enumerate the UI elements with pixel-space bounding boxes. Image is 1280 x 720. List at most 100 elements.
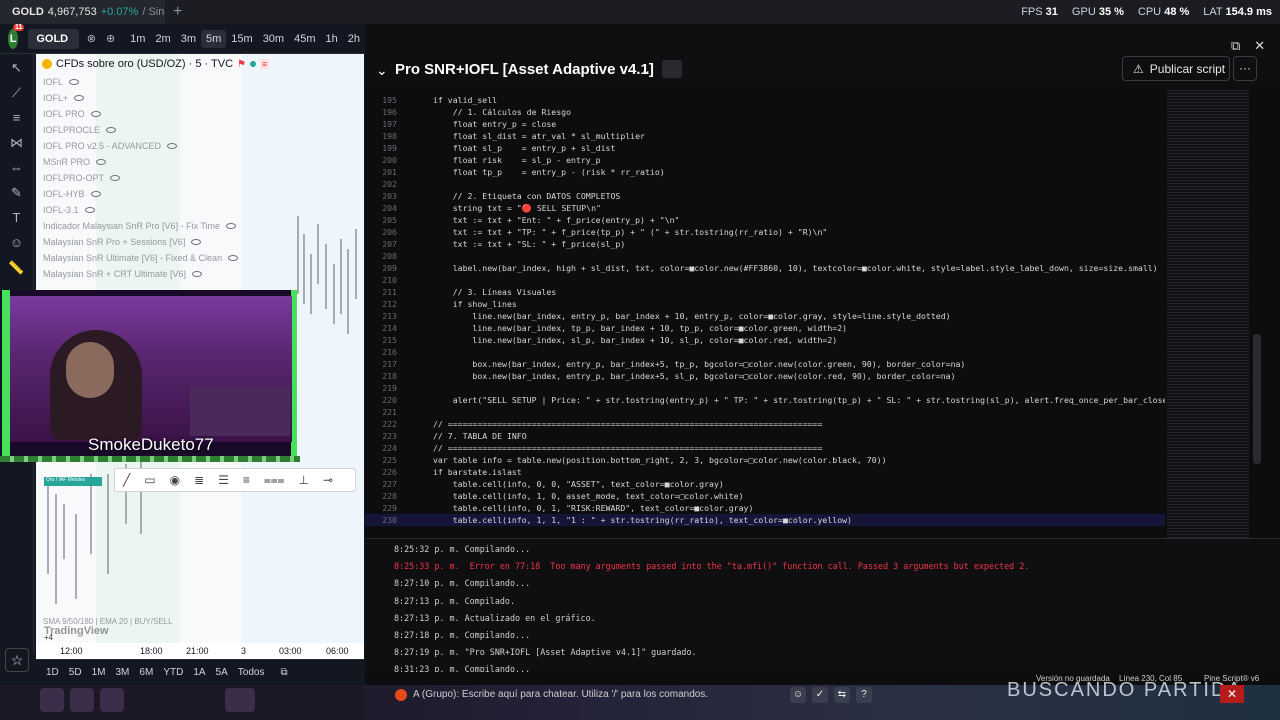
code-line[interactable]: 226 if barstate.islast [365, 466, 1165, 478]
code-line[interactable]: 221 [365, 406, 1165, 418]
range-1A[interactable]: 1A [193, 667, 205, 678]
visibility-eye-icon[interactable] [167, 143, 178, 149]
brush-icon[interactable]: ✎ [8, 186, 26, 199]
code-line[interactable]: 229 table.cell(info, 0, 1, "RISK:REWARD"… [365, 502, 1165, 514]
flag-icon[interactable]: ⚑ [237, 59, 246, 70]
code-line[interactable]: 203 // 2. Etiqueta con DATOS COMPLETOS [365, 190, 1165, 202]
line-tool-icon[interactable]: ╱ [123, 473, 130, 487]
console-error-line[interactable]: 8:25:33 p. m. Error en 77:18 Too many ar… [394, 560, 1029, 572]
range-5A[interactable]: 5A [216, 667, 228, 678]
visibility-eye-icon[interactable] [74, 95, 85, 101]
code-line[interactable]: 220 alert("SELL SETUP | Price: " + str.t… [365, 394, 1165, 406]
collapse-chevron-icon[interactable]: ⌄ [376, 62, 388, 79]
range-3M[interactable]: 3M [116, 667, 130, 678]
editor-options-icon[interactable] [662, 60, 682, 78]
code-line[interactable]: 218 box.new(bar_index, entry_p, bar_inde… [365, 370, 1165, 382]
code-line[interactable]: 211 // 3. Líneas Visuales [365, 286, 1165, 298]
code-line[interactable]: 224 // ==================================… [365, 442, 1165, 454]
check-icon[interactable]: ✓ [812, 687, 828, 703]
rectangle-icon[interactable]: ▭ [144, 473, 155, 487]
fib-icon[interactable]: ≡ [8, 111, 26, 124]
text-icon[interactable]: T [8, 211, 26, 224]
code-line[interactable]: 213 line.new(bar_index, entry_p, bar_ind… [365, 310, 1165, 322]
indicator-item[interactable]: MSnR PRO [43, 154, 238, 170]
script-title[interactable]: Pro SNR+IOFL [Asset Adaptive v4.1] [395, 61, 654, 78]
visibility-eye-icon[interactable] [90, 191, 101, 197]
code-line[interactable]: 228 table.cell(info, 1, 0, asset_mode, t… [365, 490, 1165, 502]
timeframe-5m[interactable]: 5m [201, 29, 227, 48]
timeframe-2m[interactable]: 2m [150, 30, 175, 48]
timeframe-3m[interactable]: 3m [176, 30, 201, 48]
timeframe-1h[interactable]: 1h [321, 30, 343, 48]
timeframe-1m[interactable]: 1m [125, 30, 150, 48]
timeframe-2h[interactable]: 2h [343, 30, 365, 48]
circle-icon[interactable]: ◉ [170, 473, 180, 487]
settings-icon[interactable]: ≣ [194, 473, 204, 487]
visibility-eye-icon[interactable] [90, 111, 101, 117]
code-line[interactable]: 200 float risk = sl_p - entry_p [365, 154, 1165, 166]
code-line[interactable]: 217 box.new(bar_index, entry_p, bar_inde… [365, 358, 1165, 370]
more-indicators[interactable]: +4 [44, 633, 53, 642]
indicator-item[interactable]: Malaysian SnR + CRT Ultimate [V6] [43, 266, 238, 282]
date-range-icon[interactable]: ⧉ [280, 667, 287, 678]
code-line[interactable]: 207 txt := txt + "SL: " + f_price(sl_p) [365, 238, 1165, 250]
code-line[interactable]: 212 if show_lines [365, 298, 1165, 310]
code-line[interactable]: 202 [365, 178, 1165, 190]
code-minimap[interactable] [1167, 90, 1249, 538]
code-line[interactable]: 219 [365, 382, 1165, 394]
pattern-icon[interactable]: ⋈ [8, 136, 26, 149]
visibility-eye-icon[interactable] [110, 175, 121, 181]
timeframe-15m[interactable]: 15m [226, 30, 257, 48]
code-line[interactable]: 214 line.new(bar_index, tp_p, bar_index … [365, 322, 1165, 334]
browser-tab[interactable]: GOLD 4,967,753 +0.07% / Sin ✕ [0, 0, 165, 24]
code-line[interactable]: 201 float tp_p = entry_p - (risk * rr_ra… [365, 166, 1165, 178]
indicator-item[interactable]: IOFL-HYB [43, 186, 238, 202]
favorite-star-icon[interactable]: ☆ [5, 648, 29, 672]
range-5D[interactable]: 5D [69, 667, 82, 678]
more-options-button[interactable]: ··· [1233, 56, 1257, 81]
code-line[interactable]: 199 float sl_p = entry_p + sl_dist [365, 142, 1165, 154]
code-line[interactable]: 216 [365, 346, 1165, 358]
range-Todos[interactable]: Todos [238, 667, 265, 678]
timeframe-30m[interactable]: 30m [258, 30, 289, 48]
visibility-eye-icon[interactable] [84, 207, 95, 213]
emoji-icon[interactable]: ☺ [8, 236, 26, 249]
cursor-icon[interactable]: ↖ [8, 61, 26, 74]
visibility-eye-icon[interactable] [228, 255, 239, 261]
measure-icon[interactable]: ⇔ [8, 161, 26, 174]
code-line[interactable]: 209 label.new(bar_index, high + sl_dist,… [365, 262, 1165, 274]
code-line[interactable]: 210 [365, 274, 1165, 286]
add-symbol-icon[interactable]: ⊕ [106, 32, 115, 45]
range-1M[interactable]: 1M [92, 667, 106, 678]
pin-icon[interactable]: ⊥ [298, 473, 308, 487]
emoji-icon[interactable]: ☺ [790, 687, 806, 703]
indicator-item[interactable]: Malaysian SnR Ultimate [V6] - Fixed & Cl… [43, 250, 239, 266]
indicator-item[interactable]: IOFL PRO [43, 106, 238, 122]
visibility-eye-icon[interactable] [191, 239, 202, 245]
indicator-item[interactable]: IOFL-3.1 [43, 202, 238, 218]
code-line[interactable]: 230 table.cell(info, 1, 1, "1 : " + str.… [365, 514, 1165, 526]
visibility-eye-icon[interactable] [226, 223, 237, 229]
timeframe-45m[interactable]: 45m [289, 30, 320, 48]
code-line[interactable]: 198 float sl_dist = atr_val * sl_multipl… [365, 130, 1165, 142]
more-lines-icon[interactable]: ⩶ [264, 473, 285, 488]
range-YTD[interactable]: YTD [163, 667, 183, 678]
script-menu-chevron-icon[interactable]: ⌄ [641, 63, 651, 77]
code-line[interactable]: 215 line.new(bar_index, sl_p, bar_index … [365, 334, 1165, 346]
help-icon[interactable]: ? [856, 687, 872, 703]
code-editor[interactable]: 195 if valid_sell 196 // 1. Cálculos de Ri… [365, 94, 1165, 538]
code-line[interactable]: 197 float entry_p = close [365, 118, 1165, 130]
symbol-search[interactable]: GOLD [28, 28, 79, 49]
align-icon[interactable]: ☰ [218, 473, 229, 487]
indicator-item[interactable]: IOFLPROCLE [43, 122, 238, 138]
indicator-item[interactable]: IOFL+ [43, 90, 238, 106]
visibility-eye-icon[interactable] [96, 159, 107, 165]
indicator-item[interactable]: Indicador Malaysian SnR Pro [V6] - Fix T… [43, 218, 238, 234]
code-line[interactable]: 208 [365, 250, 1165, 262]
maximize-icon[interactable]: ⧉ [1231, 38, 1240, 54]
publish-script-button[interactable]: ⚠ Publicar script [1122, 56, 1230, 81]
visibility-eye-icon[interactable] [191, 271, 202, 277]
code-line[interactable]: 222 // ==================================… [365, 418, 1165, 430]
indicator-item[interactable]: IOFLPRO-OPT [43, 170, 238, 186]
more-icon[interactable]: ⊸ [323, 473, 333, 487]
